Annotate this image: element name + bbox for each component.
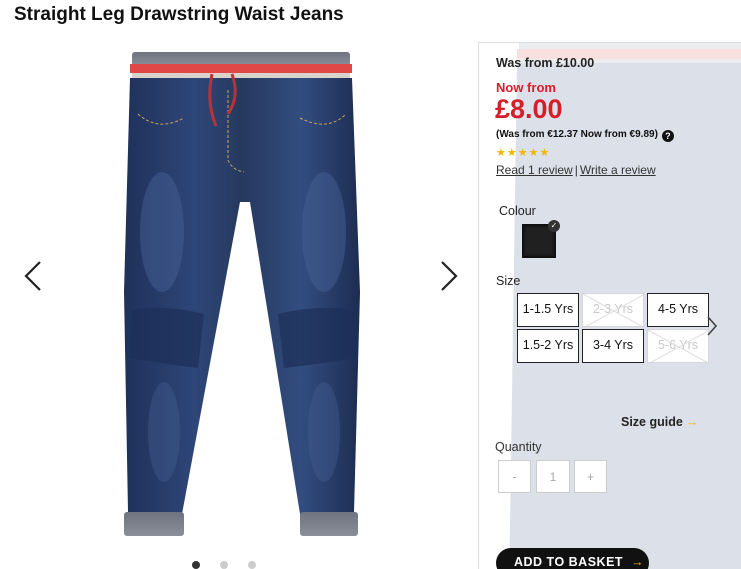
current-price: £8.00 bbox=[495, 94, 563, 124]
size-options: 1-1.5 Yrs 2-3 Yrs 4-5 Yrs 1.5-2 Yrs 3-4 … bbox=[517, 293, 709, 365]
size-option[interactable]: 3-4 Yrs bbox=[582, 329, 644, 363]
gallery-dot[interactable] bbox=[248, 561, 256, 569]
size-option[interactable]: 1-1.5 Yrs bbox=[517, 293, 579, 327]
write-review-link[interactable]: Write a review bbox=[580, 163, 656, 177]
colour-swatch-black[interactable]: ✓ bbox=[522, 220, 560, 258]
read-reviews-link[interactable]: Read 1 review bbox=[496, 163, 573, 177]
add-to-basket-button[interactable]: ADD TO BASKET → bbox=[496, 548, 649, 569]
chevron-right-icon[interactable] bbox=[705, 313, 719, 339]
quantity-stepper: - + bbox=[498, 460, 608, 493]
gallery-dot[interactable] bbox=[192, 561, 200, 569]
product-gallery bbox=[16, 40, 476, 569]
swatch-fill bbox=[526, 228, 552, 254]
star-rating: ★★★★★ bbox=[496, 147, 551, 159]
size-option-unavailable: 5-6 Yrs bbox=[647, 329, 709, 363]
arrow-right-icon: → bbox=[685, 415, 699, 429]
strike-icon bbox=[583, 294, 643, 326]
colour-label: Colour bbox=[499, 204, 536, 218]
chevron-left-icon[interactable] bbox=[20, 258, 46, 294]
size-guide-link[interactable]: Size guide → bbox=[621, 415, 698, 429]
question-icon[interactable]: ? bbox=[661, 130, 674, 142]
gallery-dot[interactable] bbox=[220, 561, 228, 569]
size-option[interactable]: 4-5 Yrs bbox=[647, 293, 709, 327]
euro-price-text: (Was from €12.37 Now from €9.89) bbox=[496, 129, 658, 140]
size-option-unavailable: 2-3 Yrs bbox=[582, 293, 644, 327]
euro-price-info: (Was from €12.37 Now from €9.89)? bbox=[496, 129, 674, 142]
add-to-basket-label: ADD TO BASKET bbox=[514, 555, 624, 569]
size-option[interactable]: 1.5-2 Yrs bbox=[517, 329, 579, 363]
purchase-panel: Was from £10.00 Now from £8.00 (Was from… bbox=[478, 42, 741, 569]
quantity-label: Quantity bbox=[495, 440, 542, 454]
page-title: Straight Leg Drawstring Waist Jeans bbox=[14, 4, 344, 25]
review-separator: | bbox=[574, 163, 578, 177]
size-label: Size bbox=[496, 274, 521, 288]
size-guide-label: Size guide bbox=[621, 415, 683, 429]
gallery-dots bbox=[192, 561, 272, 569]
was-price: Was from £10.00 bbox=[496, 56, 595, 70]
chevron-right-icon[interactable] bbox=[436, 258, 462, 294]
quantity-increase-button[interactable]: + bbox=[574, 460, 607, 493]
now-from-label: Now from bbox=[496, 80, 556, 95]
quantity-input[interactable] bbox=[536, 460, 570, 493]
quantity-decrease-button[interactable]: - bbox=[498, 460, 531, 493]
arrow-right-icon: → bbox=[631, 555, 645, 569]
product-image[interactable] bbox=[124, 52, 364, 540]
strike-icon bbox=[648, 330, 708, 362]
checkmark-icon: ✓ bbox=[548, 220, 560, 232]
review-links: Read 1 review | Write a review bbox=[496, 163, 656, 177]
